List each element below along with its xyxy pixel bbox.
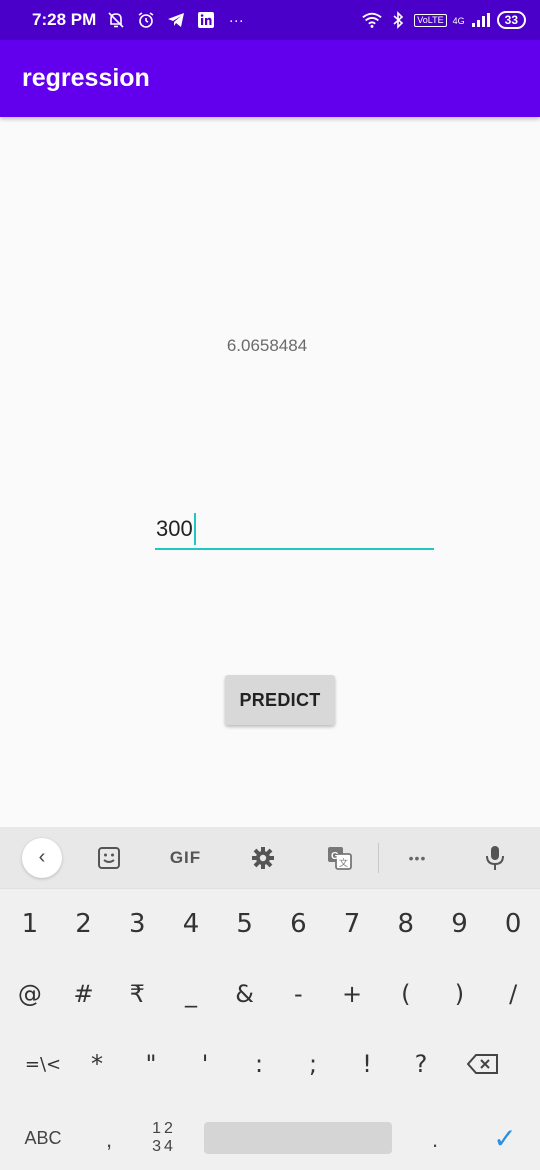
key-3[interactable]: 3 [110,889,164,959]
network-type-label: 4G [452,16,465,26]
key-6[interactable]: 6 [272,889,326,959]
gif-button[interactable]: GIF [147,827,224,889]
key-exclamation[interactable]: ! [340,1029,394,1099]
app-title: regression [22,64,150,92]
gif-label: GIF [169,847,202,867]
translate-button[interactable]: G文 [301,827,378,889]
key-2[interactable]: 2 [57,889,111,959]
key-8[interactable]: 8 [379,889,433,959]
toolbar-back-slot: ‹ [0,827,70,889]
key-underscore[interactable]: _ [164,959,218,1029]
key-7[interactable]: 7 [325,889,379,959]
mute-icon [106,10,126,30]
key-9[interactable]: 9 [433,889,487,959]
key-at[interactable]: @ [3,959,57,1029]
collapse-toolbar-button[interactable]: ‹ [22,837,62,878]
prediction-result: 6.0658484 [226,336,308,355]
settings-button[interactable] [224,827,301,889]
more-dots-icon: ··· [228,11,244,29]
numeric-layout-key[interactable]: 12 34 [132,1103,196,1170]
keyboard-row-bottom: ABC , 12 34 . ✓ [0,1103,540,1170]
key-more-symbols[interactable]: =\< [16,1029,70,1099]
key-asterisk[interactable]: * [70,1029,124,1099]
more-dots-icon: ••• [408,849,427,866]
key-paren-open[interactable]: ( [379,959,433,1029]
status-left: 7:28 PM ··· [32,10,246,30]
more-options-button[interactable]: ••• [379,827,456,889]
battery-indicator: 33 [496,11,526,29]
key-paren-close[interactable]: ) [433,959,487,1029]
signal-icon [471,10,491,30]
predict-button[interactable]: PREDICT [225,675,335,725]
microphone-icon [485,845,504,870]
sticker-icon [97,846,120,869]
comma-key[interactable]: , [86,1103,132,1170]
alarm-icon [136,10,156,30]
space-key[interactable] [204,1122,392,1154]
text-cursor [193,513,196,545]
key-ampersand[interactable]: & [218,959,272,1029]
key-minus[interactable]: - [272,959,326,1029]
svg-text:文: 文 [339,857,348,869]
numeric-key-top: 12 [152,1120,176,1137]
keyboard-row-symbols-2: =\< * " ' : ; ! ? [0,1029,540,1099]
volte-icon: VoLTE [414,13,447,27]
key-question[interactable]: ? [394,1029,448,1099]
key-rupee[interactable]: ₹ [110,959,164,1029]
enter-key[interactable]: ✓ [470,1103,540,1170]
voice-input-button[interactable] [456,827,533,889]
key-hash[interactable]: # [57,959,111,1029]
key-1[interactable]: 1 [3,889,57,959]
svg-text:G: G [331,851,339,862]
status-right: VoLTE 4G 33 [362,10,526,30]
status-time: 7:28 PM [32,10,97,29]
keyboard-toolbar: ‹ GIF G文 ••• [0,827,540,889]
wifi-icon [362,10,382,30]
key-plus[interactable]: + [325,959,379,1029]
key-single-quote[interactable]: ' [178,1029,232,1099]
backspace-icon [467,1054,498,1074]
key-5[interactable]: 5 [218,889,272,959]
bluetooth-icon [388,10,408,30]
soft-keyboard: ‹ GIF G文 ••• 1 2 3 4 5 6 7 8 9 0 @ # ₹ _… [0,827,540,1170]
sticker-button[interactable] [70,827,147,889]
number-input[interactable]: 300 [155,510,434,550]
period-key[interactable]: . [400,1103,470,1170]
translate-icon: G文 [327,846,352,870]
key-4[interactable]: 4 [164,889,218,959]
app-bar: regression [0,40,540,117]
chevron-left-icon: ‹ [38,846,46,868]
key-double-quote[interactable]: " [124,1029,178,1099]
linkedin-icon [196,10,216,30]
key-0[interactable]: 0 [486,889,540,959]
keyboard-row-symbols-1: @ # ₹ _ & - + ( ) / [0,959,540,1029]
backspace-key[interactable] [448,1029,518,1099]
abc-key[interactable]: ABC [0,1103,86,1170]
numeric-key-bottom: 34 [152,1138,176,1155]
telegram-icon [166,10,186,30]
checkmark-icon: ✓ [493,1122,517,1154]
key-semicolon[interactable]: ; [286,1029,340,1099]
key-colon[interactable]: : [232,1029,286,1099]
key-slash[interactable]: / [486,959,540,1029]
input-value[interactable]: 300 [155,516,193,542]
gear-icon [251,846,274,869]
keyboard-row-numbers: 1 2 3 4 5 6 7 8 9 0 [0,889,540,959]
status-bar: 7:28 PM ··· VoLTE 4G 33 [0,0,540,40]
